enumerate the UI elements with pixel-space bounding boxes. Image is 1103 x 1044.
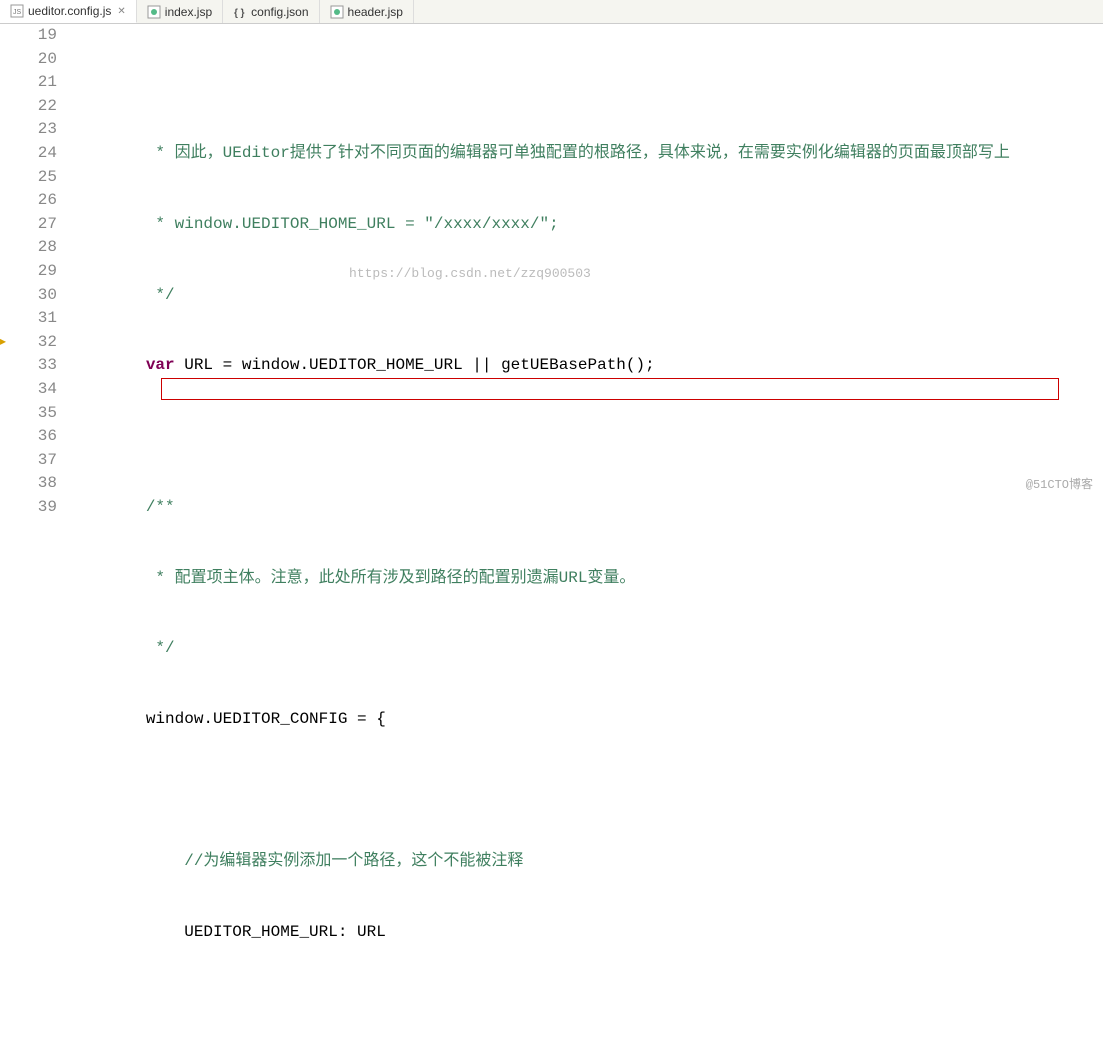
- line-number: 33: [14, 354, 57, 378]
- code-line: //为编辑器实例添加一个路径，这个不能被注释: [69, 850, 1103, 874]
- line-number: 25: [14, 166, 57, 190]
- line-number: 39: [14, 496, 57, 520]
- line-number: 28: [14, 236, 57, 260]
- code-line: [69, 991, 1103, 1015]
- line-number: 34: [14, 378, 57, 402]
- code-line: /**: [69, 496, 1103, 520]
- line-number: 37: [14, 449, 57, 473]
- code-line: */: [69, 284, 1103, 308]
- line-number: 38: [14, 472, 57, 496]
- line-number: 22: [14, 95, 57, 119]
- tab-label: ueditor.config.js: [28, 4, 111, 18]
- highlight-box: [161, 378, 1059, 400]
- line-number: 20: [14, 48, 57, 72]
- code-line: UEDITOR_HOME_URL: URL: [69, 921, 1103, 945]
- svg-text:JS: JS: [13, 9, 22, 16]
- code-editor[interactable]: ▸ 19 20 21 22 23 24 25 26 27 28 29 30 31…: [0, 24, 1103, 1044]
- code-line: * 因此，UEditor提供了针对不同页面的编辑器可单独配置的根路径，具体来说，…: [69, 142, 1103, 166]
- watermark-text: https://blog.csdn.net/zzq900503: [349, 262, 591, 286]
- tab-label: header.jsp: [348, 5, 403, 19]
- line-numbers: 19 20 21 22 23 24 25 26 27 28 29 30 31 3…: [14, 24, 69, 1044]
- line-number: 27: [14, 213, 57, 237]
- line-number: 30: [14, 284, 57, 308]
- jsp-file-icon: [147, 5, 161, 19]
- marker-column: ▸: [0, 24, 14, 1044]
- js-file-icon: JS: [10, 4, 24, 18]
- watermark-text-2: @51CTO博客: [1026, 474, 1093, 498]
- tab-label: index.jsp: [165, 5, 212, 19]
- warning-marker-icon: ▸: [0, 335, 6, 349]
- line-number: 21: [14, 71, 57, 95]
- svg-text:{ }: { }: [234, 8, 245, 19]
- code-line: * 配置项主体。注意，此处所有涉及到路径的配置别遗漏URL变量。: [69, 567, 1103, 591]
- tab-label: config.json: [251, 5, 308, 19]
- line-number: 35: [14, 402, 57, 426]
- code-line: window.UEDITOR_CONFIG = {: [69, 708, 1103, 732]
- editor-tabs: JS ueditor.config.js ✕ index.jsp { } con…: [0, 0, 1103, 24]
- tab-config-json[interactable]: { } config.json: [223, 0, 319, 23]
- line-number: 26: [14, 189, 57, 213]
- tab-ueditor-config[interactable]: JS ueditor.config.js ✕: [0, 0, 137, 23]
- tab-index-jsp[interactable]: index.jsp: [137, 0, 223, 23]
- close-icon[interactable]: ✕: [117, 6, 125, 17]
- line-number: 36: [14, 425, 57, 449]
- line-number: 19: [14, 24, 57, 48]
- jsp-file-icon: [330, 5, 344, 19]
- json-file-icon: { }: [233, 5, 247, 19]
- line-number: 29: [14, 260, 57, 284]
- line-number: 23: [14, 118, 57, 142]
- code-line: * window.UEDITOR_HOME_URL = "/xxxx/xxxx/…: [69, 213, 1103, 237]
- line-number: 24: [14, 142, 57, 166]
- code-line: var URL = window.UEDITOR_HOME_URL || get…: [69, 354, 1103, 378]
- code-content[interactable]: https://blog.csdn.net/zzq900503 * 因此，UEd…: [69, 24, 1103, 1044]
- line-number: 32: [14, 331, 57, 355]
- code-line: [69, 779, 1103, 803]
- code-line: */: [69, 637, 1103, 661]
- code-line: [69, 425, 1103, 449]
- line-number: 31: [14, 307, 57, 331]
- tab-header-jsp[interactable]: header.jsp: [320, 0, 414, 23]
